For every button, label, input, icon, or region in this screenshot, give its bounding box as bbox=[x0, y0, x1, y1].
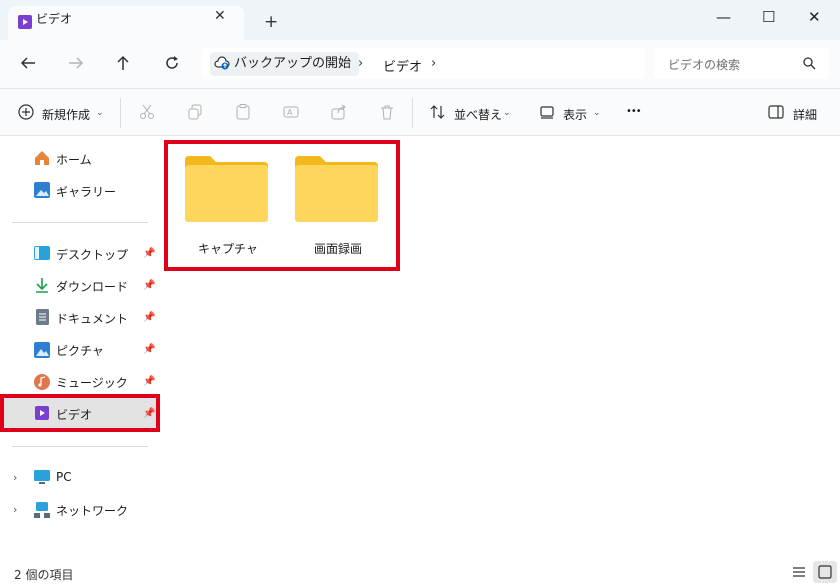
expand-chevron-icon[interactable]: › bbox=[13, 471, 17, 484]
view-icon[interactable] bbox=[540, 105, 554, 119]
gallery-icon bbox=[34, 182, 50, 198]
delete-icon[interactable] bbox=[379, 104, 395, 120]
refresh-icon[interactable] bbox=[164, 55, 180, 71]
highlight-box-folders bbox=[164, 140, 400, 271]
pin-icon[interactable]: 📌 bbox=[143, 312, 155, 323]
cut-icon[interactable] bbox=[139, 104, 155, 120]
breadcrumb-separator[interactable]: › bbox=[358, 56, 363, 71]
tab-title: ビデオ bbox=[36, 12, 73, 26]
network-icon bbox=[34, 502, 50, 518]
breadcrumb-videos[interactable]: ビデオ bbox=[383, 56, 422, 75]
new-plus-icon[interactable] bbox=[18, 104, 34, 120]
sidebar-item-desktop[interactable]: デスクトップ bbox=[56, 246, 128, 263]
more-options-icon[interactable]: ••• bbox=[626, 106, 642, 117]
share-icon[interactable] bbox=[331, 104, 347, 120]
divider bbox=[412, 98, 413, 128]
pin-icon[interactable]: 📌 bbox=[143, 344, 155, 355]
chevron-down-icon[interactable]: ⌄ bbox=[503, 108, 511, 118]
sidebar-item-gallery[interactable]: ギャラリー bbox=[56, 183, 116, 200]
sidebar-divider bbox=[12, 222, 148, 223]
copy-icon[interactable] bbox=[187, 104, 203, 120]
details-button[interactable]: 詳細 bbox=[793, 106, 817, 123]
rename-icon[interactable]: A bbox=[283, 104, 299, 120]
sidebar-item-downloads[interactable]: ダウンロード bbox=[56, 278, 128, 295]
chevron-down-icon[interactable]: ⌄ bbox=[593, 108, 601, 118]
status-text: 2 個の項目 bbox=[14, 568, 74, 582]
sort-button[interactable]: 並べ替え bbox=[454, 106, 502, 123]
up-arrow-icon[interactable] bbox=[116, 55, 130, 71]
tiles-view-icon[interactable] bbox=[818, 565, 832, 579]
pin-icon[interactable]: 📌 bbox=[143, 280, 155, 291]
maximize-button[interactable]: ☐ bbox=[762, 8, 775, 26]
details-pane-icon[interactable] bbox=[768, 105, 784, 119]
back-arrow-icon[interactable] bbox=[20, 56, 36, 70]
sidebar-item-pictures[interactable]: ピクチャ bbox=[56, 342, 104, 359]
close-tab-icon[interactable]: ✕ bbox=[214, 8, 226, 24]
view-button[interactable]: 表示 bbox=[563, 106, 587, 123]
cloud-backup-icon bbox=[214, 56, 230, 70]
details-view-icon[interactable] bbox=[792, 566, 806, 578]
new-button[interactable]: 新規作成 bbox=[42, 106, 90, 123]
download-icon bbox=[36, 278, 48, 293]
sidebar-item-documents[interactable]: ドキュメント bbox=[56, 310, 128, 327]
new-tab-button[interactable]: + bbox=[264, 14, 278, 31]
video-folder-icon bbox=[18, 15, 32, 29]
pc-icon bbox=[34, 470, 50, 484]
divider bbox=[120, 98, 121, 128]
sidebar-item-music[interactable]: ミュージック bbox=[56, 374, 128, 391]
desktop-icon bbox=[34, 246, 50, 260]
pin-icon[interactable]: 📌 bbox=[143, 248, 155, 259]
sidebar-item-network[interactable]: ネットワーク bbox=[56, 502, 128, 519]
expand-chevron-icon[interactable]: › bbox=[13, 503, 17, 516]
search-icon[interactable] bbox=[802, 56, 816, 70]
sidebar-item-home[interactable]: ホーム bbox=[56, 151, 92, 168]
pin-icon[interactable]: 📌 bbox=[143, 376, 155, 387]
sidebar-item-pc[interactable]: PC bbox=[56, 470, 72, 484]
breadcrumb-backup[interactable]: バックアップの開始 bbox=[210, 52, 360, 76]
breadcrumb-separator[interactable]: › bbox=[431, 56, 436, 71]
minimize-button[interactable]: — bbox=[716, 8, 731, 26]
home-icon bbox=[35, 151, 49, 165]
document-icon bbox=[36, 309, 49, 325]
picture-icon bbox=[34, 342, 50, 358]
highlight-box-videos bbox=[0, 394, 160, 432]
chevron-down-icon[interactable]: ⌄ bbox=[96, 108, 104, 118]
paste-icon[interactable] bbox=[235, 104, 251, 120]
search-placeholder[interactable]: ビデオの検索 bbox=[668, 56, 740, 73]
command-bar bbox=[0, 89, 840, 136]
sort-icon[interactable] bbox=[430, 104, 446, 120]
svg-text:A: A bbox=[287, 108, 293, 117]
music-icon bbox=[34, 374, 50, 390]
sidebar-divider bbox=[12, 446, 148, 447]
close-window-button[interactable]: ✕ bbox=[808, 8, 821, 26]
forward-arrow-icon[interactable] bbox=[68, 56, 84, 70]
